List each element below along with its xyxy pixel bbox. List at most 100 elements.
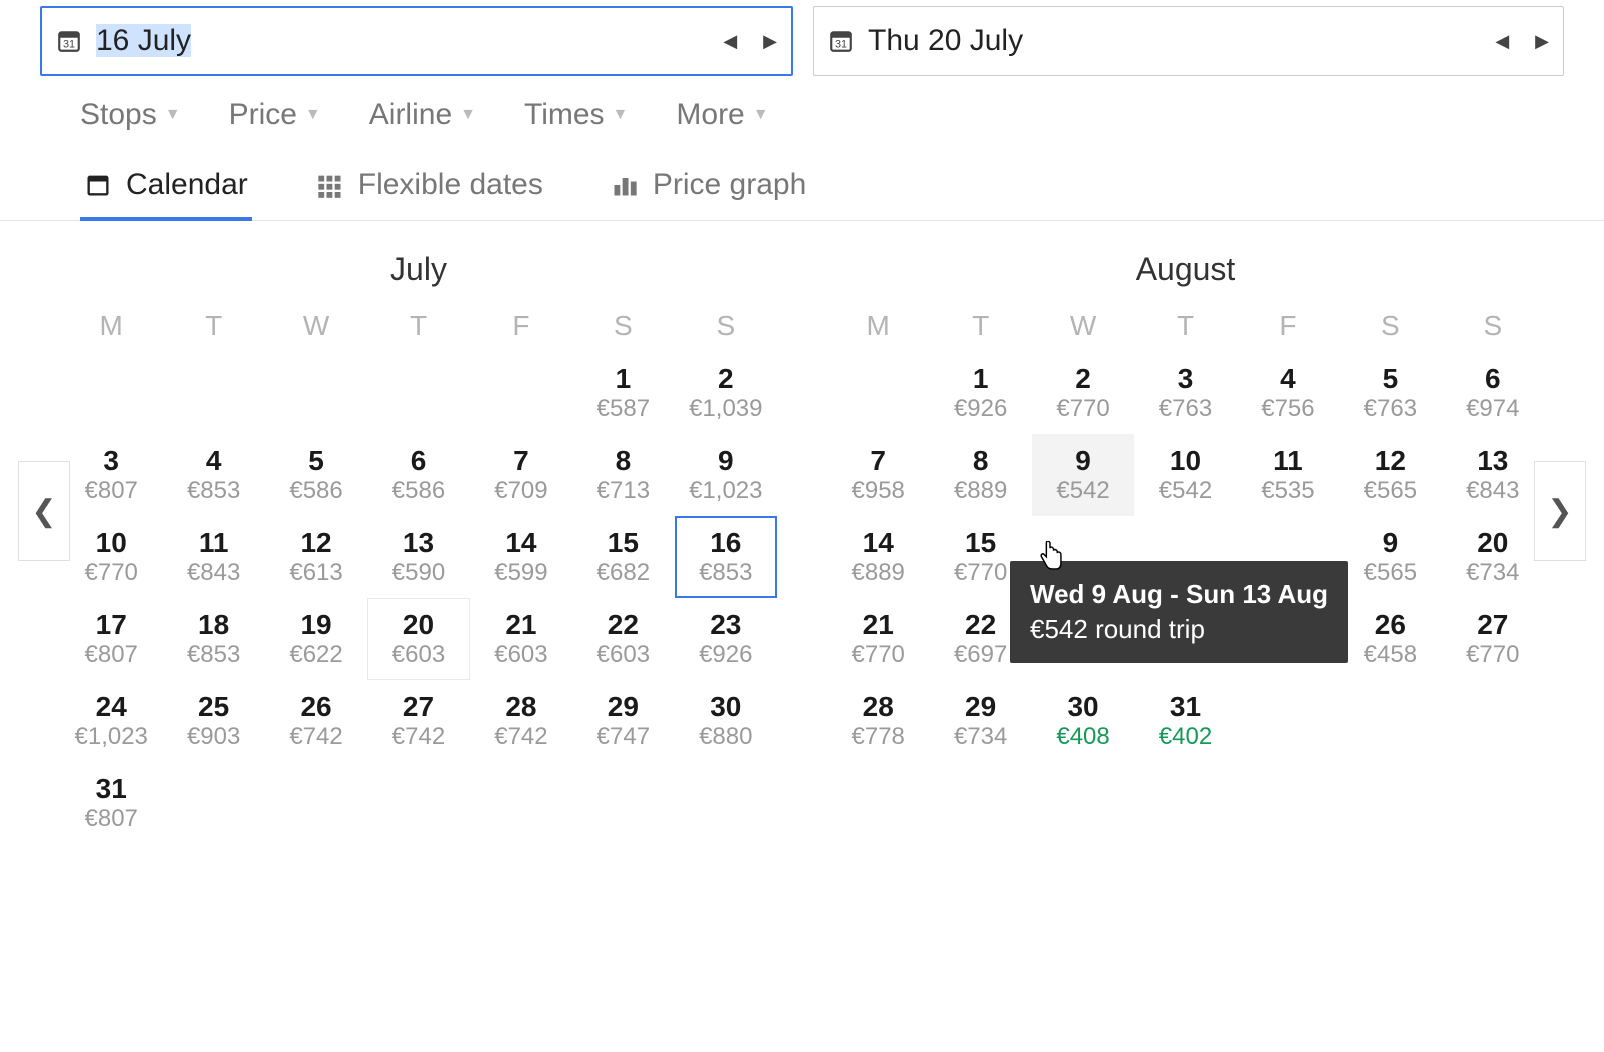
calendar-day[interactable]: 5€586 [265,434,367,516]
calendar-day[interactable]: 27€742 [367,680,469,762]
calendar-day[interactable]: 21€603 [470,598,572,680]
filter-price[interactable]: Price▼ [229,98,321,132]
day-price: €747 [597,725,650,749]
calendar-day[interactable]: 14€889 [827,516,929,598]
day-price: €613 [289,561,342,585]
dow-header: M [827,310,929,342]
calendar-day[interactable]: 7€709 [470,434,572,516]
day-number: 30 [710,693,741,721]
calendar-day[interactable]: 12€613 [265,516,367,598]
filter-airline[interactable]: Airline▼ [369,98,476,132]
filter-times[interactable]: Times▼ [524,98,628,132]
return-prev-icon[interactable]: ◀ [1495,31,1509,52]
calendar-day[interactable]: 25€903 [162,680,264,762]
calendar-icon: 31 [56,28,82,54]
calendar-day[interactable]: 7€958 [827,434,929,516]
tab-flexible-dates[interactable]: Flexible dates [312,150,547,220]
calendar-day[interactable]: 29€747 [572,680,674,762]
calendar-day[interactable]: 14€599 [470,516,572,598]
calendar-day[interactable]: 17€807 [60,598,162,680]
calendar-day[interactable]: 9€565 [1339,516,1441,598]
calendar-day[interactable]: 4€756 [1237,352,1339,434]
day-price: €682 [597,561,650,585]
calendar-day[interactable]: 1€587 [572,352,674,434]
calendar-day[interactable]: 10€770 [60,516,162,598]
calendar-day[interactable]: 3€807 [60,434,162,516]
calendar-day[interactable]: 11€535 [1237,434,1339,516]
calendar-day[interactable]: 4€853 [162,434,264,516]
day-price: €770 [954,561,1007,585]
calendar-day[interactable]: 15€682 [572,516,674,598]
day-number: 19 [300,611,331,639]
day-price: €958 [852,479,905,503]
filter-stops[interactable]: Stops▼ [80,98,181,132]
calendar-day[interactable]: 30€880 [675,680,777,762]
calendar-day[interactable]: 24€1,023 [60,680,162,762]
calendar-day[interactable]: 31€807 [60,762,162,844]
filter-more[interactable]: More▼ [676,98,768,132]
day-price: €853 [699,561,752,585]
calendar-day[interactable]: 9€542 [1032,434,1134,516]
day-price: €770 [85,561,138,585]
day-price: €586 [289,479,342,503]
calendar-day[interactable]: 2€770 [1032,352,1134,434]
calendar-day[interactable]: 8€889 [929,434,1031,516]
calendar-day[interactable]: 20€603 [367,598,469,680]
day-number: 6 [1485,365,1501,393]
calendar-day[interactable]: 20€734 [1442,516,1544,598]
day-price: €1,023 [75,725,148,749]
calendar-day[interactable]: 5€763 [1339,352,1441,434]
day-price: €599 [494,561,547,585]
calendar-day[interactable]: 27€770 [1442,598,1544,680]
day-number: 8 [616,447,632,475]
calendar-day[interactable]: 8€713 [572,434,674,516]
calendar-day[interactable]: 28€778 [827,680,929,762]
calendar-day[interactable]: 19€622 [265,598,367,680]
calendar-day[interactable]: 6€586 [367,434,469,516]
day-price: €770 [1056,397,1109,421]
day-number: 20 [1477,529,1508,557]
calendar-day[interactable]: 28€742 [470,680,572,762]
day-number: 13 [1477,447,1508,475]
calendar-day[interactable]: 13€590 [367,516,469,598]
depart-next-icon[interactable]: ▶ [763,31,777,52]
return-next-icon[interactable]: ▶ [1535,31,1549,52]
calendar-day[interactable]: 21€770 [827,598,929,680]
day-number: 12 [1375,447,1406,475]
calendar-day[interactable]: 29€734 [929,680,1031,762]
calendar-day[interactable]: 26€458 [1339,598,1441,680]
calendar-day[interactable]: 16€853 [675,516,777,598]
calendar-day[interactable]: 11€843 [162,516,264,598]
svg-text:31: 31 [63,39,75,51]
calendar-day[interactable]: 22€603 [572,598,674,680]
return-date-field[interactable]: 31 Thu 20 July ◀ ▶ [813,6,1564,76]
tab-price-graph[interactable]: Price graph [607,150,810,220]
calendar-day[interactable]: 1€926 [929,352,1031,434]
calendar-day[interactable]: 3€763 [1134,352,1236,434]
calendar-day[interactable]: 6€974 [1442,352,1544,434]
depart-date-text: 16 July [96,24,723,58]
calendar-day[interactable]: 23€926 [675,598,777,680]
calendar-day[interactable]: 26€742 [265,680,367,762]
day-number: 10 [1170,447,1201,475]
calendar-day[interactable]: 30€408 [1032,680,1134,762]
calendar-day[interactable]: 2€1,039 [675,352,777,434]
day-price: €903 [187,725,240,749]
day-price: €807 [85,479,138,503]
calendar-day[interactable]: 10€542 [1134,434,1236,516]
day-number: 20 [403,611,434,639]
dow-header: T [367,310,469,342]
day-price: €843 [1466,479,1519,503]
day-price: €770 [1466,643,1519,667]
depart-prev-icon[interactable]: ◀ [723,31,737,52]
calendar-icon [84,171,112,199]
depart-date-field[interactable]: 31 16 July ◀ ▶ [40,6,793,76]
day-number: 1 [616,365,632,393]
calendar-day[interactable]: 13 €843 [1442,434,1544,516]
calendar-day[interactable]: 9€1,023 [675,434,777,516]
day-number: 8 [973,447,989,475]
tab-calendar[interactable]: Calendar [80,150,252,220]
calendar-day[interactable]: 31€402 [1134,680,1236,762]
calendar-day[interactable]: 18€853 [162,598,264,680]
calendar-day[interactable]: 12€565 [1339,434,1441,516]
